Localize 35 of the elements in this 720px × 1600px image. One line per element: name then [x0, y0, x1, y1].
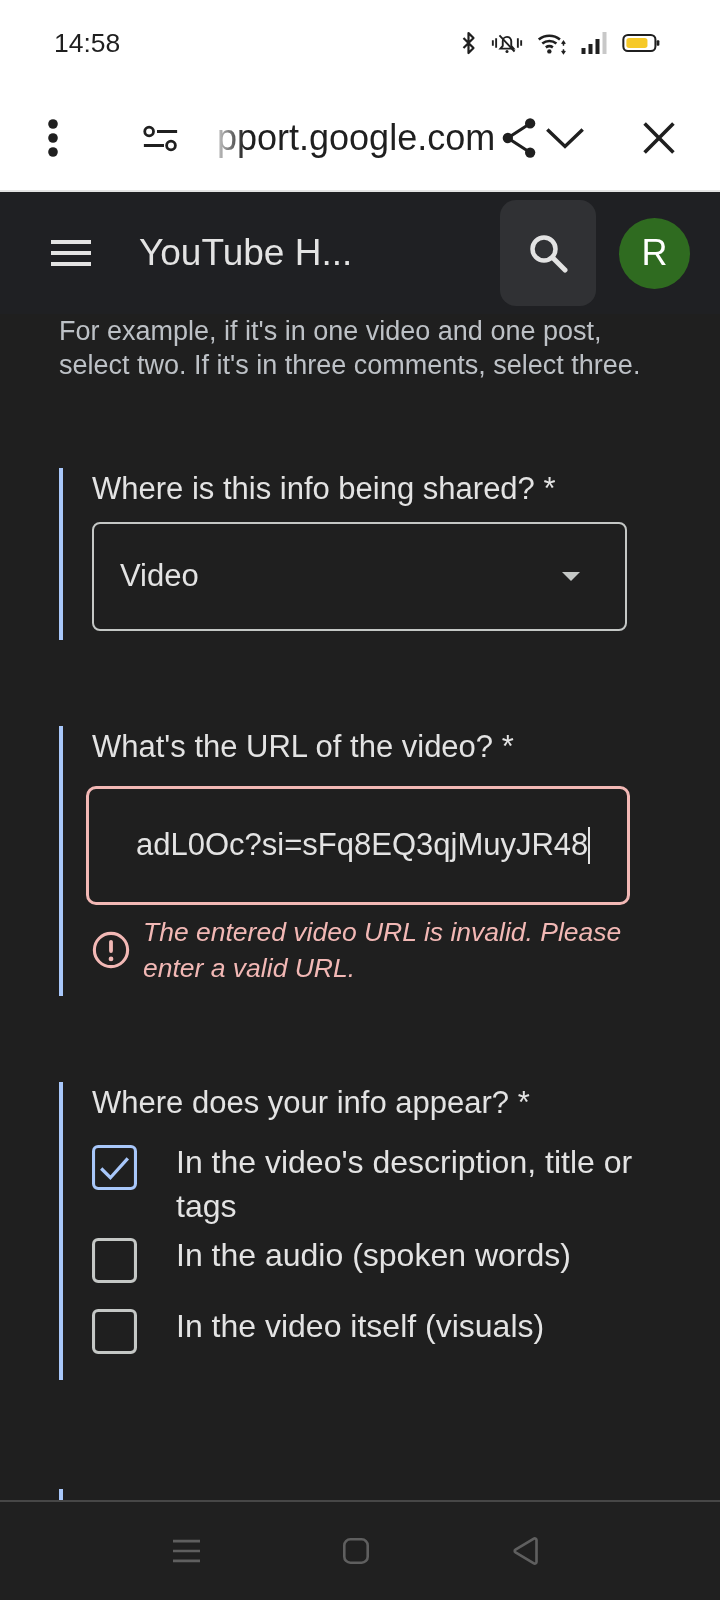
text-cursor — [588, 827, 591, 864]
caret-icon — [562, 572, 580, 581]
search-button[interactable] — [500, 200, 596, 306]
more-options-icon[interactable] — [47, 119, 59, 157]
checkbox[interactable] — [92, 1309, 137, 1354]
page-title: YouTube H... — [139, 231, 353, 276]
url-text[interactable]: pport.google.com — [217, 115, 496, 161]
error-icon — [92, 931, 130, 969]
share-icon[interactable] — [501, 117, 538, 159]
site-settings-icon[interactable] — [143, 124, 178, 152]
chevron-down-icon[interactable] — [545, 127, 586, 149]
checkbox-label[interactable]: In the video itself (visuals) — [176, 1304, 545, 1348]
close-icon[interactable] — [643, 122, 675, 154]
error-message: The entered video URL is invalid. Please enter a valid URL. — [143, 916, 623, 985]
share-location-dropdown[interactable]: Video — [92, 522, 627, 631]
checkbox[interactable] — [92, 1145, 137, 1190]
battery-icon — [622, 32, 661, 54]
checkbox-label[interactable]: In the audio (spoken words) — [176, 1233, 571, 1277]
url-input-field[interactable]: adL0Oc?si=sFq8EQ3qjMuyJR48 — [86, 786, 630, 905]
checkbox-label[interactable]: In the video's description, title or tags — [176, 1140, 656, 1228]
question-label: What's the URL of the video? * — [92, 728, 515, 766]
menu-icon[interactable] — [51, 240, 91, 266]
wifi-icon — [537, 31, 567, 55]
search-icon — [528, 233, 568, 273]
account-avatar[interactable]: R — [619, 217, 690, 289]
bluetooth-icon — [460, 31, 477, 55]
instructions-text: For example, if it's in one video and one post, select two. If it's in three comments, select three. — [58, 315, 642, 382]
signal-icon — [580, 31, 609, 55]
status-time: 14:58 — [54, 27, 121, 59]
back-icon[interactable] — [512, 1537, 540, 1565]
question-label: Where does your info appear? * — [92, 1084, 531, 1122]
question-label: Where is this info being shared? * — [92, 470, 557, 508]
checkbox[interactable] — [92, 1238, 137, 1283]
home-icon[interactable] — [343, 1538, 369, 1564]
recent-apps-icon[interactable] — [173, 1538, 200, 1564]
